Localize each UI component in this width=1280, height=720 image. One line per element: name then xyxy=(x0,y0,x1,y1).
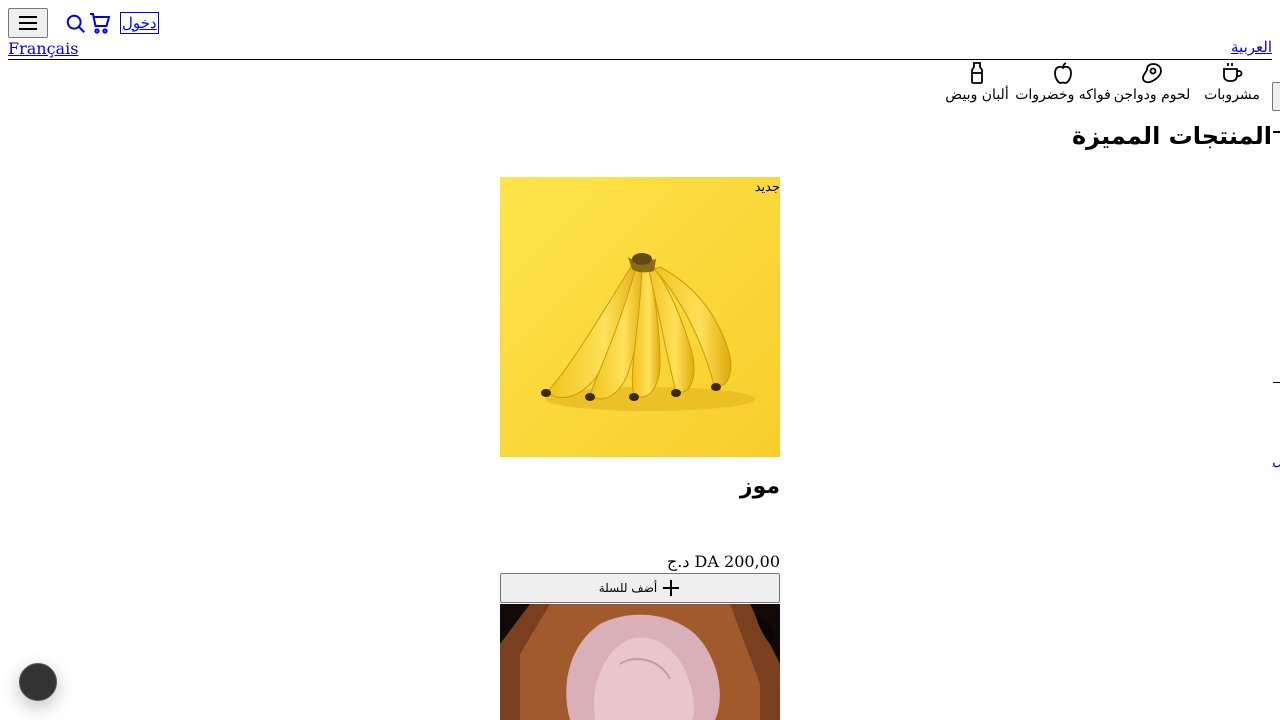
section-title: المنتجات المميزة xyxy=(1071,122,1273,150)
new-badge: جديد xyxy=(754,180,780,195)
product-image[interactable]: جديد xyxy=(500,177,780,457)
language-french-link[interactable]: Français xyxy=(8,39,78,58)
hamburger-icon xyxy=(19,16,37,30)
search-icon[interactable] xyxy=(64,12,88,36)
category-meat-poultry[interactable]: لحوم ودواجن xyxy=(1110,61,1194,103)
edge-divider xyxy=(1273,382,1280,383)
category-label: مشروبات xyxy=(1204,87,1260,103)
add-to-cart-label: أضف للسلة xyxy=(598,581,658,595)
category-label: فواكه وخضروات xyxy=(1015,87,1111,103)
category-label: ألبان وبيض xyxy=(945,87,1009,103)
category-drinks[interactable]: مشروبات xyxy=(1198,61,1266,103)
title-accent xyxy=(1273,131,1280,133)
raw-chicken-photo xyxy=(500,604,780,720)
steak-icon xyxy=(1140,61,1164,85)
plus-icon xyxy=(663,580,680,596)
menu-button[interactable] xyxy=(8,8,48,38)
category-scroll-button[interactable] xyxy=(1272,82,1280,111)
bananas-photo xyxy=(500,177,780,457)
language-arabic-link[interactable]: العربية xyxy=(1231,38,1272,56)
chat-widget-button[interactable] xyxy=(19,663,57,701)
add-to-cart-button[interactable]: أضف للسلة xyxy=(500,573,780,603)
product-card[interactable] xyxy=(500,604,780,720)
category-fruits-vegetables[interactable]: فواكه وخضروات xyxy=(1014,61,1112,103)
cart-icon[interactable] xyxy=(88,11,112,35)
cup-icon xyxy=(1220,61,1244,85)
header-divider xyxy=(8,59,1272,60)
product-name[interactable]: موز xyxy=(740,474,780,499)
category-dairy-eggs[interactable]: ألبان وبيض xyxy=(938,61,1016,103)
product-card[interactable]: جديد موز د.ج DA 200,00 أضف للسلة xyxy=(500,177,780,603)
product-price: د.ج DA 200,00 xyxy=(666,552,780,571)
edge-link[interactable]: ل xyxy=(1272,451,1280,469)
milk-bottle-icon xyxy=(965,61,989,85)
login-link[interactable]: دخول xyxy=(120,12,159,34)
apple-icon xyxy=(1051,61,1075,85)
category-label: لحوم ودواجن xyxy=(1113,87,1191,103)
